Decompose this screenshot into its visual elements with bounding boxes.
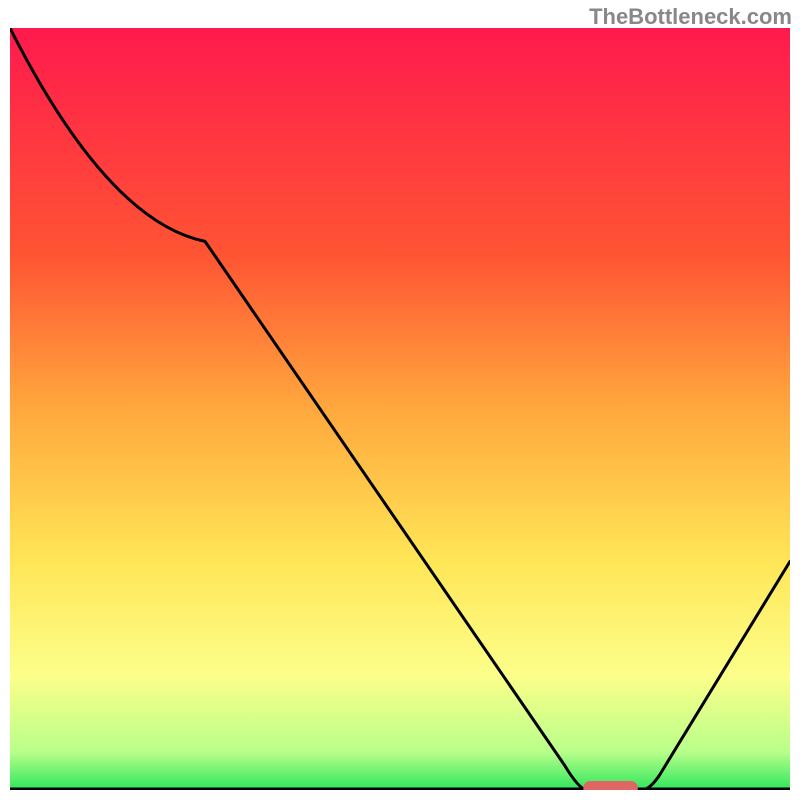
watermark-text: TheBottleneck.com xyxy=(589,4,792,30)
optimal-marker xyxy=(583,781,638,790)
chart-container: TheBottleneck.com xyxy=(0,0,800,800)
chart-svg xyxy=(10,28,790,790)
plot-area xyxy=(10,28,790,790)
gradient-background xyxy=(10,28,790,790)
